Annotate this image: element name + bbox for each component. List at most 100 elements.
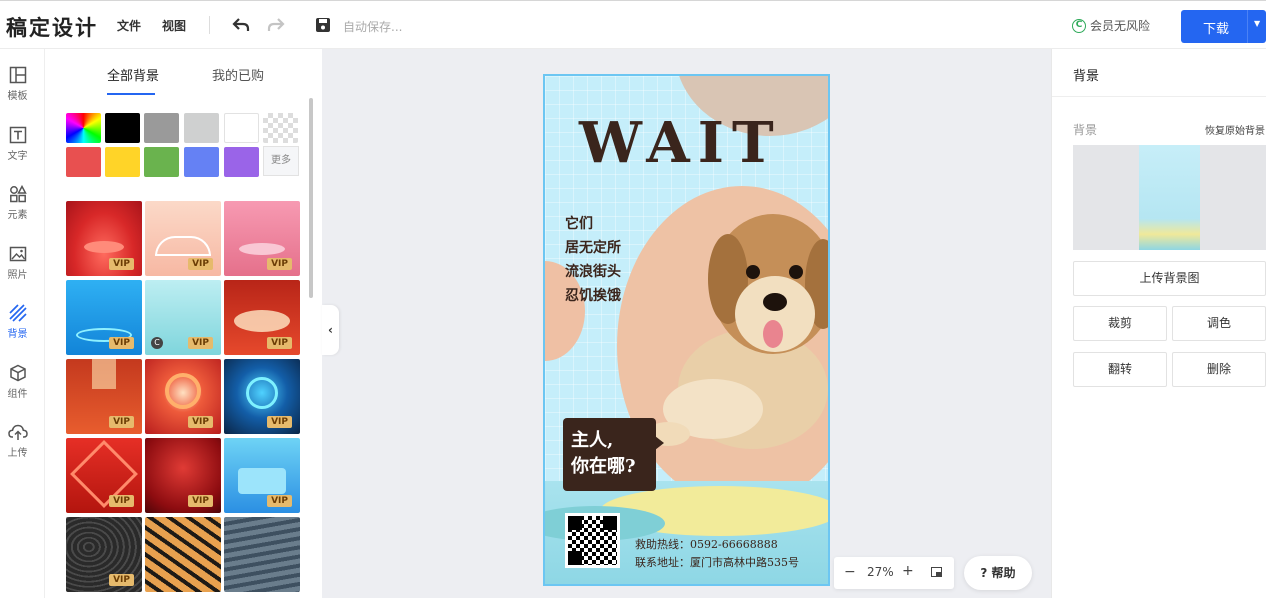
swatch-purple[interactable] [224, 147, 259, 177]
background-thumbnail[interactable]: VIP [66, 359, 142, 434]
background-thumbnail[interactable]: VIP [66, 517, 142, 592]
vip-badge: VIP [188, 495, 213, 507]
poster-hotline: 救助热线：0592-66668888 [635, 538, 778, 551]
swatch-green[interactable] [144, 147, 179, 177]
vip-badge: VIP [267, 337, 292, 349]
menu-file[interactable]: 文件 [117, 17, 141, 34]
panel-scrollbar[interactable] [309, 98, 313, 298]
swatch-color-picker[interactable] [66, 113, 101, 143]
vip-badge: VIP [109, 495, 134, 507]
nav-label: 上传 [7, 448, 28, 459]
properties-panel: 背景 背景 恢复原始背景 上传背景图 裁剪 调色 翻转 删除 [1051, 49, 1266, 598]
poster-artboard[interactable]: WAIT 它们 居无定所 流浪街头 忍饥挨饿 主人, 你在哪? 救助热线：059… [543, 74, 830, 586]
vip-badge: VIP [188, 337, 213, 349]
zoom-out-button[interactable]: − [844, 564, 856, 580]
collapse-panel-chevron-icon[interactable]: ‹ [322, 305, 339, 355]
redo-icon[interactable] [265, 14, 287, 36]
download-label: 下载 [1203, 22, 1230, 37]
download-button[interactable]: 下载 ▼ [1181, 10, 1266, 43]
fit-screen-icon[interactable] [931, 567, 942, 577]
tab-all-backgrounds[interactable]: 全部背景 [107, 65, 159, 84]
vip-badge: VIP [267, 258, 292, 270]
background-thumbnail[interactable]: C VIP [145, 280, 221, 355]
swatch-light-gray[interactable] [184, 113, 219, 143]
elements-icon [9, 185, 27, 203]
vip-badge: VIP [267, 416, 292, 428]
menu-view[interactable]: 视图 [162, 17, 186, 34]
background-thumbnail[interactable]: VIP [224, 201, 300, 276]
background-thumbnail[interactable]: VIP [66, 201, 142, 276]
swatch-gray[interactable] [144, 113, 179, 143]
background-thumbnail[interactable]: VIP [66, 438, 142, 513]
swatch-red[interactable] [66, 147, 101, 177]
nav-label: 照片 [7, 270, 28, 281]
background-icon [8, 304, 27, 322]
help-button[interactable]: ? 帮助 [964, 556, 1032, 590]
background-thumbnail[interactable]: VIP [224, 438, 300, 513]
caret-down-icon[interactable]: ▼ [1254, 19, 1260, 28]
left-nav: 模板 文字 元素 照片 背景 组件 上传 [0, 49, 45, 598]
background-thumbnail[interactable] [145, 517, 221, 592]
swatch-transparent[interactable] [263, 113, 298, 143]
poster-address: 联系地址：厦门市高林中路535号 [635, 556, 799, 569]
swatch-black[interactable] [105, 113, 140, 143]
nav-label: 模板 [7, 91, 28, 102]
zoom-control: − 27% + [834, 557, 954, 589]
tab-my-purchased[interactable]: 我的已购 [212, 65, 264, 84]
active-tab-indicator [107, 93, 155, 95]
background-thumbnail[interactable]: VIP [145, 438, 221, 513]
nav-text[interactable]: 文字 [0, 126, 35, 162]
nav-background[interactable]: 背景 [0, 304, 35, 340]
vip-badge: VIP [267, 495, 292, 507]
cube-icon [9, 364, 26, 382]
top-toolbar: 稿定设计 文件 视图 自动保存... C 会员无风险 下载 ▼ [0, 0, 1266, 49]
background-label: 背景 [1073, 123, 1098, 137]
vip-badge: VIP [109, 574, 134, 586]
swatch-blue[interactable] [184, 147, 219, 177]
nav-components[interactable]: 组件 [0, 364, 35, 400]
member-guarantee-link[interactable]: C 会员无风险 [1072, 17, 1150, 34]
panel-title: 背景 [1073, 69, 1100, 84]
crop-button[interactable]: 裁剪 [1073, 306, 1167, 341]
photo-icon [9, 246, 26, 262]
upload-background-button[interactable]: 上传背景图 [1073, 261, 1266, 296]
nav-upload[interactable]: 上传 [0, 423, 35, 459]
flip-button[interactable]: 翻转 [1073, 352, 1167, 387]
copyright-icon: C [151, 337, 163, 349]
nav-label: 组件 [7, 389, 28, 400]
nav-template[interactable]: 模板 [0, 66, 35, 102]
vip-badge: VIP [109, 337, 134, 349]
text-icon [9, 126, 26, 144]
app-logo[interactable]: 稿定设计 [6, 12, 98, 42]
nav-elements[interactable]: 元素 [0, 185, 35, 221]
template-icon [9, 66, 26, 84]
dog-image [653, 214, 828, 449]
cloud-upload-icon [7, 424, 28, 440]
background-thumbnail[interactable] [224, 517, 300, 592]
qr-code [565, 513, 620, 568]
nav-label: 背景 [7, 329, 28, 340]
swatch-white[interactable] [224, 113, 259, 143]
nav-photos[interactable]: 照片 [0, 245, 35, 281]
copyright-icon: C [1072, 18, 1086, 33]
background-thumbnail[interactable]: VIP [224, 359, 300, 434]
save-icon[interactable] [312, 14, 334, 36]
adjust-color-button[interactable]: 调色 [1172, 306, 1266, 341]
vip-badge: VIP [109, 416, 134, 428]
background-thumbnail[interactable]: VIP [145, 201, 221, 276]
zoom-level[interactable]: 27% [867, 565, 894, 579]
undo-icon[interactable] [230, 14, 252, 36]
more-colors-button[interactable]: 更多 [263, 146, 299, 176]
nav-label: 文字 [7, 151, 28, 162]
vip-badge: VIP [188, 258, 213, 270]
member-guarantee-label: 会员无风险 [1090, 19, 1151, 33]
delete-button[interactable]: 删除 [1172, 352, 1266, 387]
nav-label: 元素 [7, 210, 28, 221]
background-thumbnail[interactable]: VIP [145, 359, 221, 434]
restore-background-link[interactable]: 恢复原始背景 [1205, 122, 1265, 137]
background-thumbnail[interactable]: VIP [224, 280, 300, 355]
background-preview[interactable] [1073, 145, 1266, 250]
zoom-in-button[interactable]: + [902, 563, 914, 579]
swatch-yellow[interactable] [105, 147, 140, 177]
background-thumbnail[interactable]: VIP [66, 280, 142, 355]
